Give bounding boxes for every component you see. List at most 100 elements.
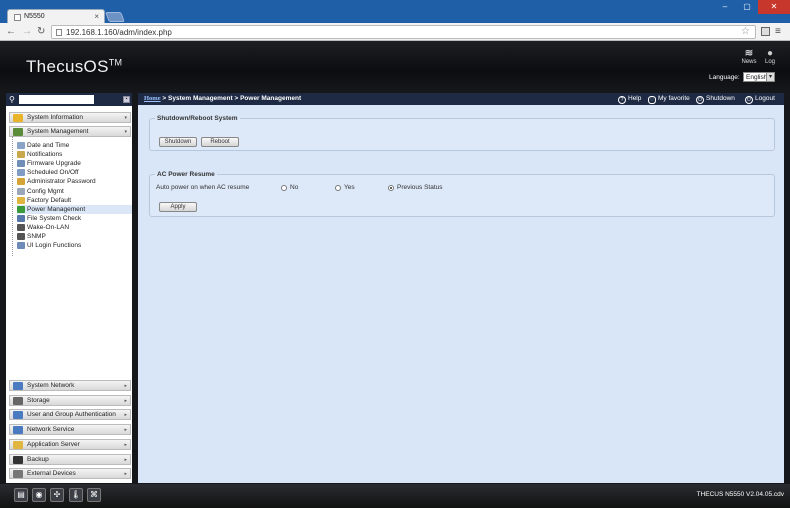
language-label: Language: (709, 74, 740, 81)
log-button[interactable]: ● Log (762, 48, 778, 65)
sidebar-item[interactable]: Notifications (17, 150, 62, 159)
shutdown-reboot-section: Shutdown/Reboot System Shutdown Reboot (149, 115, 775, 151)
sidebar-section[interactable]: System Management ▾ (9, 126, 131, 137)
sidebar-section[interactable]: Network Service ▸ (9, 424, 131, 436)
section-title: AC Power Resume (157, 171, 215, 178)
chevron-icon: ▾ (124, 115, 127, 121)
breadcrumb-home-link[interactable]: Home (144, 95, 161, 102)
sidebar-section[interactable]: Storage ▸ (9, 394, 131, 406)
forward-icon[interactable]: → (22, 26, 32, 37)
section-icon (13, 411, 23, 420)
url-text: 192.168.1.160/adm/index.php (66, 28, 172, 37)
sidebar-section[interactable]: Backup ▸ (9, 453, 131, 465)
close-tab-icon[interactable]: × (94, 12, 99, 21)
sidebar-item[interactable]: Firmware Upgrade (17, 159, 81, 168)
section-label: Network Service (27, 426, 75, 434)
shutdown-system-button[interactable]: Shutdown (159, 137, 197, 147)
auto-power-label: Auto power on when AC resume (156, 184, 250, 191)
section-icon (13, 114, 23, 122)
apply-button[interactable]: Apply (159, 202, 197, 212)
disk-icon[interactable]: ◉ (32, 488, 46, 502)
thermometer-icon[interactable]: 🌡 (69, 488, 83, 502)
chevron-icon: ▸ (124, 412, 127, 419)
sidebar-item-label: Wake-On-LAN (27, 223, 70, 231)
extension-icon[interactable] (761, 27, 770, 36)
radio-no[interactable] (281, 185, 287, 191)
new-tab-button[interactable] (105, 12, 125, 22)
item-icon (17, 214, 25, 222)
help-icon: ? (618, 96, 626, 104)
chat-icon: ● (766, 48, 774, 59)
sidebar-search: ⚲ ▪ (6, 93, 132, 106)
item-icon (17, 223, 25, 231)
sidebar-section[interactable]: System Information ▾ (9, 112, 131, 123)
item-icon (17, 178, 25, 186)
bookmark-star-icon[interactable]: ☆ (741, 26, 750, 37)
reload-icon[interactable]: ↻ (37, 26, 45, 37)
window-controls: – ▢ ✕ (714, 0, 790, 14)
sidebar-section[interactable]: User and Group Authentication ▸ (9, 409, 131, 421)
section-label: External Devices (27, 470, 76, 478)
back-icon[interactable]: ← (6, 26, 16, 37)
sidebar-item[interactable]: File System Check (17, 214, 81, 223)
item-icon (17, 242, 25, 250)
browser-tab[interactable]: N5550 × (7, 9, 105, 24)
favorite-button[interactable]: ♡ My favorite (648, 93, 690, 105)
sidebar-item[interactable]: Power Management (17, 204, 132, 214)
sidebar-item-label: Date and Time (27, 142, 70, 149)
radio-previous-status[interactable] (388, 185, 394, 191)
reboot-button[interactable]: Reboot (201, 137, 239, 147)
shutdown-button[interactable]: ⏻ Shutdown (696, 93, 735, 105)
sidebar-item-label: Scheduled On/Off (27, 169, 79, 177)
address-bar[interactable]: 192.168.1.160/adm/index.php ☆ (51, 25, 756, 39)
logout-button[interactable]: ⏻ Logout (745, 93, 775, 105)
sidebar-item[interactable]: UI Login Functions (17, 241, 81, 250)
footer-bar: ▤ ◉ ✣ 🌡 ⌘ THECUS N5550 V2.04.05.cdv (0, 484, 790, 508)
chevron-icon: ▸ (124, 471, 127, 478)
sidebar-item[interactable]: Factory Default (17, 196, 71, 205)
sidebar-item[interactable]: Administrator Password (17, 177, 96, 186)
sidebar-item[interactable]: Config Mgmt (17, 187, 64, 196)
radio-yes[interactable] (335, 185, 341, 191)
section-title: Shutdown/Reboot System (157, 115, 238, 122)
section-label: Storage (27, 396, 50, 404)
ac-power-resume-section: AC Power Resume Auto power on when AC re… (149, 171, 775, 217)
news-button[interactable]: ≋ News (741, 48, 757, 65)
fan-icon[interactable]: ✣ (50, 488, 64, 502)
help-button[interactable]: ? Help (618, 93, 641, 105)
app-header: ThecusOSTM ≋ News ● Log (0, 41, 790, 91)
close-window-icon[interactable]: ✕ (758, 0, 790, 14)
language-select[interactable]: English ▾ (743, 72, 775, 82)
section-icon (13, 470, 23, 479)
menu-icon[interactable]: ≡ (775, 26, 781, 37)
network-icon[interactable]: ⌘ (87, 488, 101, 502)
sidebar-section[interactable]: External Devices ▸ (9, 468, 131, 480)
item-icon (17, 196, 25, 204)
maximize-icon[interactable]: ▢ (736, 0, 758, 14)
chevron-icon: ▸ (124, 383, 127, 389)
item-icon (17, 187, 25, 195)
tab-strip: N5550 × – ▢ ✕ (0, 0, 790, 24)
tree-line (12, 136, 13, 256)
sidebar-item[interactable]: Wake-On-LAN (17, 223, 69, 232)
sidebar-item-label: Notifications (27, 151, 63, 159)
item-icon (17, 205, 25, 213)
search-input[interactable] (19, 95, 94, 104)
item-icon (17, 151, 25, 159)
sidebar-item[interactable]: Scheduled On/Off (17, 168, 79, 177)
sidebar: ⚲ ▪ System Information ▾ System Management… (6, 93, 132, 483)
minimize-icon[interactable]: – (714, 0, 736, 14)
sidebar-section[interactable]: System Network ▸ (9, 380, 131, 391)
breadcrumb: Home > System Management > Power Managem… (144, 95, 302, 102)
heart-icon: ♡ (648, 96, 656, 104)
sidebar-item-label: Config Mgmt (27, 187, 64, 195)
item-icon (17, 169, 25, 177)
section-icon (13, 396, 23, 405)
section-label: Application Server (27, 440, 80, 448)
monitor-icon[interactable]: ▤ (14, 488, 28, 502)
sidebar-item[interactable]: Date and Time (17, 141, 69, 150)
browser-window: N5550 × – ▢ ✕ ← → ↻ 192.168.1.160/adm/in… (0, 0, 790, 508)
search-go-button[interactable]: ▪ (123, 96, 130, 103)
sidebar-section[interactable]: Application Server ▸ (9, 438, 131, 450)
sidebar-item[interactable]: SNMP (17, 232, 46, 241)
